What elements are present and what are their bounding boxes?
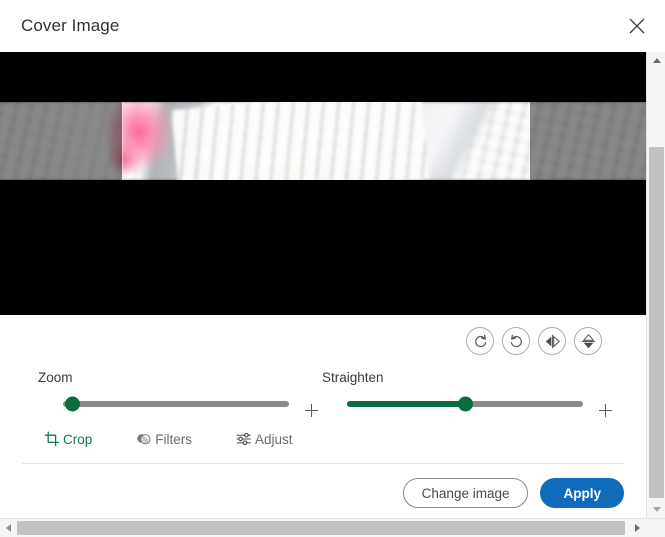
- page-title: Cover Image: [21, 16, 120, 35]
- rotate-clockwise-icon: [472, 333, 489, 350]
- slider-panel: Zoom Straighten: [0, 367, 646, 423]
- apply-button[interactable]: Apply: [540, 478, 624, 508]
- dialog-footer: Change image Apply: [0, 464, 646, 518]
- straighten-decrease-button[interactable]: [322, 395, 340, 413]
- rotate-counterclockwise-icon: [508, 333, 525, 350]
- dialog-header: Cover Image: [0, 0, 665, 52]
- zoom-slider-group: Zoom: [38, 367, 314, 412]
- change-image-button[interactable]: Change image: [402, 478, 529, 508]
- scroll-right-button[interactable]: [629, 519, 646, 537]
- zoom-increase-button[interactable]: [296, 395, 314, 413]
- editor-tabbar: Crop Filters Adjust: [0, 423, 646, 455]
- straighten-slider-fill: [347, 401, 465, 407]
- tab-filters[interactable]: Filters: [136, 431, 192, 447]
- scroll-up-arrow-icon: [652, 58, 661, 63]
- straighten-slider-row: [322, 393, 608, 415]
- rotate-right-button[interactable]: [466, 327, 494, 355]
- adjust-icon: [236, 431, 252, 447]
- flip-horizontal-icon: [544, 333, 561, 350]
- close-icon: [628, 17, 646, 35]
- horizontal-scrollbar-thumb[interactable]: [17, 521, 625, 535]
- cover-image-dialog: Cover Image Zoom Straighten Crop Filters…: [0, 0, 665, 537]
- crop-icon: [44, 431, 60, 447]
- vertical-scrollbar[interactable]: [646, 52, 665, 518]
- straighten-slider-group: Straighten: [322, 367, 608, 412]
- flip-vertical-button[interactable]: [574, 327, 602, 355]
- straighten-slider-track[interactable]: [347, 396, 583, 412]
- crop-handle-right[interactable]: [529, 102, 530, 180]
- zoom-slider-row: [38, 393, 314, 415]
- cover-image-keyboard-detail: [171, 102, 429, 180]
- cover-image-preview: [0, 102, 646, 180]
- scroll-up-button[interactable]: [647, 52, 665, 69]
- image-stage[interactable]: [0, 52, 646, 315]
- zoom-slider-track[interactable]: [63, 396, 289, 412]
- straighten-label: Straighten: [322, 370, 384, 385]
- tab-crop-label: Crop: [63, 431, 93, 447]
- tab-adjust[interactable]: Adjust: [236, 431, 293, 447]
- scroll-left-arrow-icon: [6, 524, 11, 532]
- dialog-body: Zoom Straighten Crop Filters Adjust Chan…: [0, 52, 665, 518]
- zoom-decrease-button[interactable]: [38, 395, 56, 413]
- vertical-scrollbar-thumb[interactable]: [649, 147, 664, 498]
- zoom-slider-thumb[interactable]: [64, 396, 80, 412]
- flip-horizontal-button[interactable]: [538, 327, 566, 355]
- flip-vertical-icon: [580, 333, 597, 350]
- scroll-down-button[interactable]: [647, 501, 665, 518]
- zoom-label: Zoom: [38, 370, 73, 385]
- editor-column: Zoom Straighten Crop Filters Adjust Chan…: [0, 52, 646, 518]
- tab-filters-label: Filters: [155, 431, 193, 447]
- scroll-right-arrow-icon: [635, 524, 640, 532]
- filters-icon: [136, 431, 152, 447]
- straighten-slider-thumb[interactable]: [457, 396, 473, 412]
- scrollbar-corner: [646, 519, 665, 537]
- crop-handle-left[interactable]: [122, 102, 123, 180]
- transform-toolbar: [0, 315, 646, 367]
- crop-scrim-right: [530, 102, 646, 180]
- tab-crop[interactable]: Crop: [44, 431, 92, 447]
- rotate-left-button[interactable]: [502, 327, 530, 355]
- close-button[interactable]: [619, 8, 655, 44]
- crop-scrim-left: [0, 102, 122, 180]
- scroll-left-button[interactable]: [0, 519, 17, 537]
- scroll-down-arrow-icon: [652, 507, 661, 512]
- straighten-increase-button[interactable]: [590, 395, 608, 413]
- tab-adjust-label: Adjust: [255, 431, 293, 447]
- horizontal-scrollbar[interactable]: [0, 518, 665, 537]
